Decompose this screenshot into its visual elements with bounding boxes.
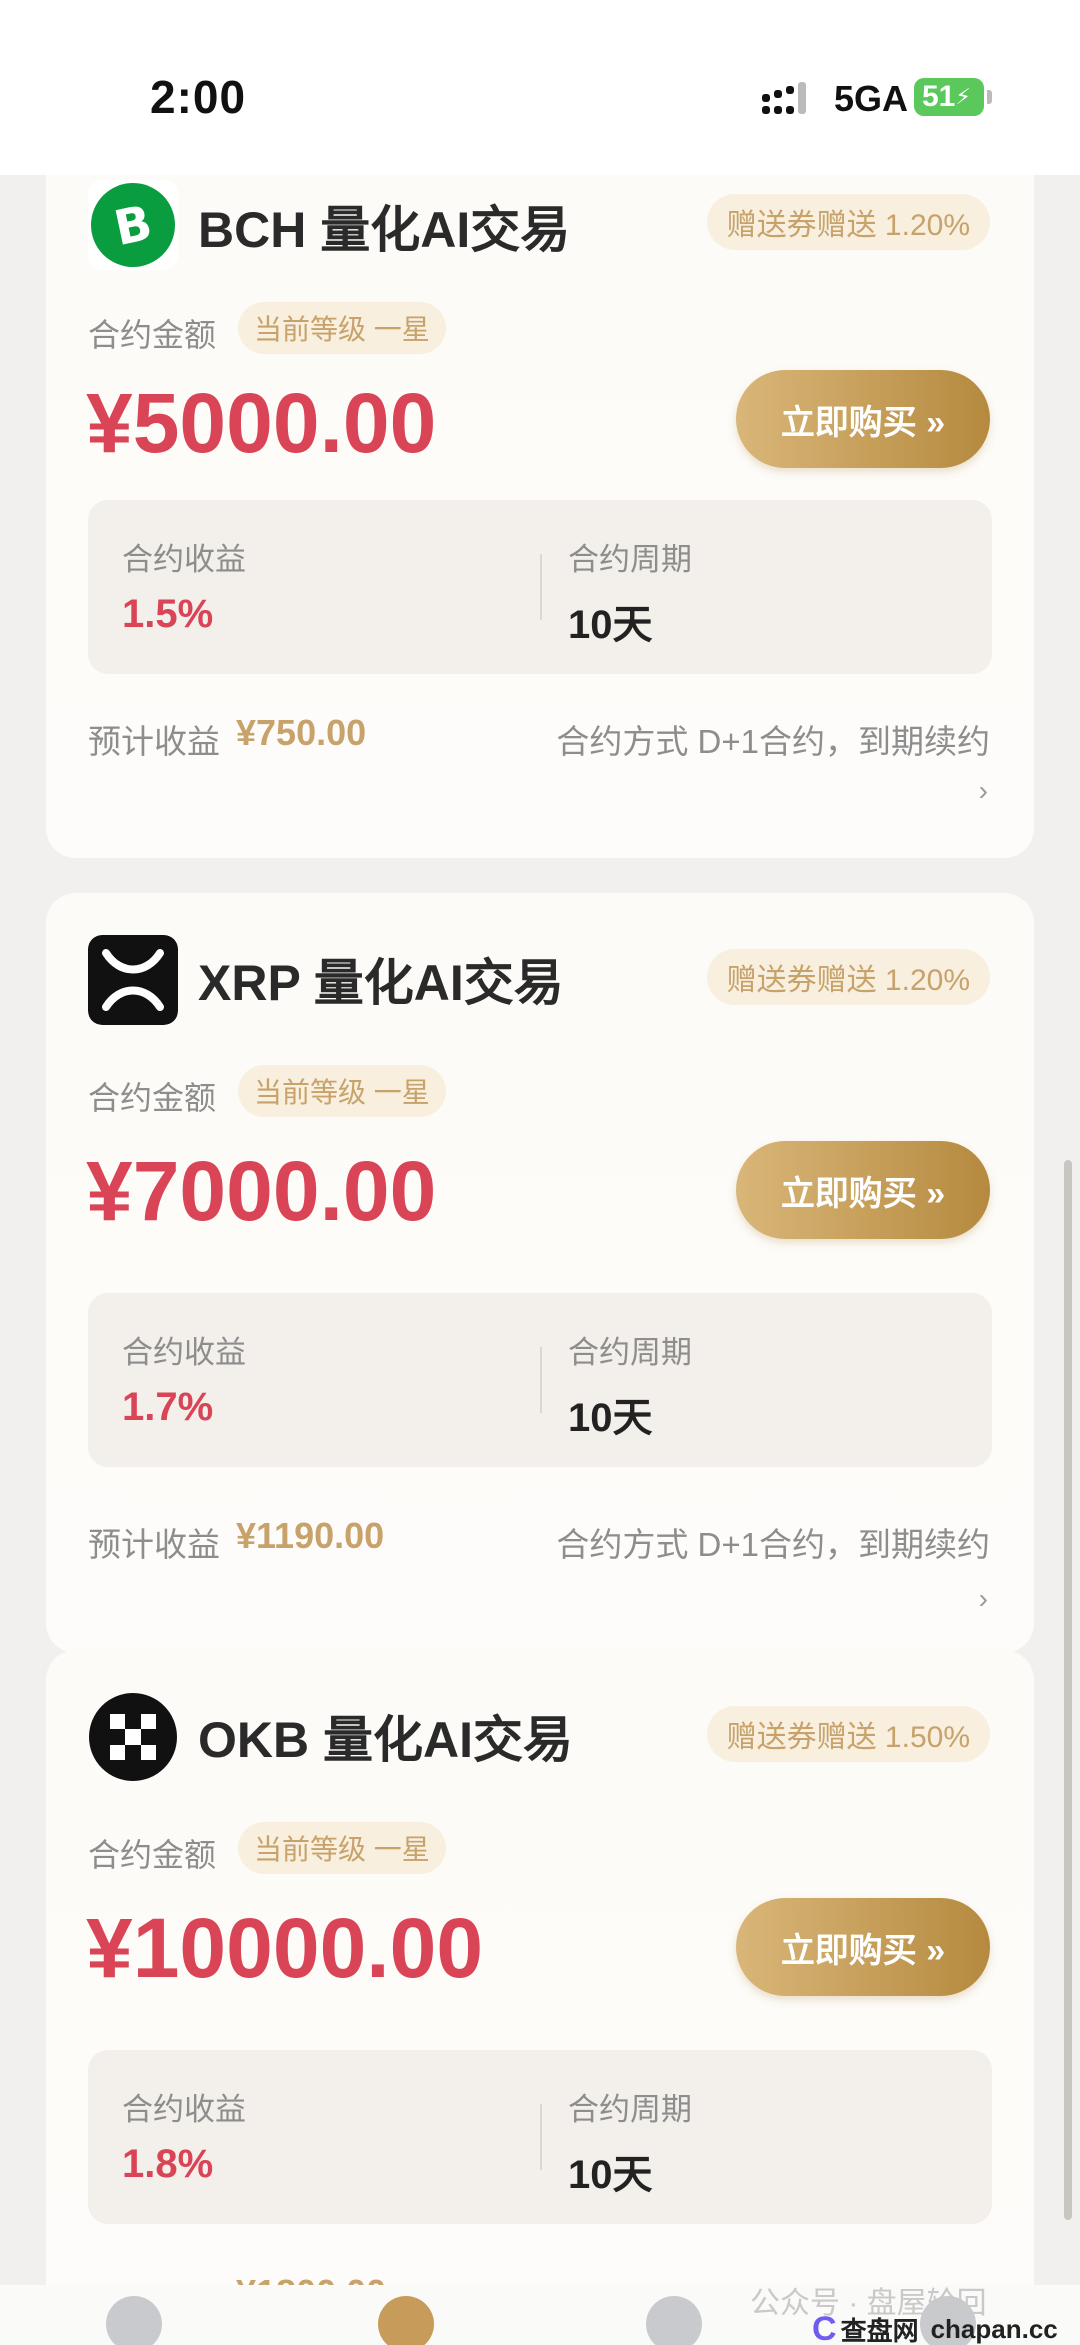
stats-box: 合约收益 1.5% 合约周期 10天 [88,500,992,674]
contract-price: ¥5000.00 [86,376,437,470]
buy-now-button[interactable]: 立即购买 » [736,1898,990,1996]
period-label: 合约周期 [568,1335,692,1370]
status-time: 2:00 [150,71,247,123]
contract-method: 合约方式 D+1合约，到期续约 [556,1526,990,1563]
yield-label: 合约收益 [122,542,246,577]
status-bar: 2:00 5GA 51 ⚡ [0,0,1080,175]
battery-level: 51 [922,80,956,113]
xrp-icon [88,935,178,1025]
chevron-right-icon[interactable]: › [979,775,988,807]
card-title: OKB 量化AI交易 [198,1712,573,1768]
yield-value: 1.7% [122,1385,214,1429]
site-logo: C 查盘网 chapan.cc [812,2310,1058,2345]
contract-price: ¥10000.00 [86,1901,484,1995]
site-logo-text2: chapan.cc [930,2314,1058,2344]
okb-icon [88,1692,178,1782]
site-logo-icon: C [812,2310,837,2345]
level-tag: 当前等级 一星 [238,1822,446,1874]
product-card: XRP 量化AI交易 赠送券赠送 1.20% 合约金额 当前等级 一星 ¥700… [46,893,1034,1653]
bonus-tag: 赠送券赠送 1.50% [706,1706,990,1762]
product-card: OKB 量化AI交易 赠送券赠送 1.50% 合约金额 当前等级 一星 ¥100… [46,1650,1034,2345]
card-title: BCH 量化AI交易 [198,202,571,258]
amount-label: 合约金额 [88,317,217,353]
bonus-tag: 赠送券赠送 1.20% [706,949,990,1005]
divider [540,2104,542,2170]
amount-label: 合约金额 [88,1837,217,1873]
stats-box: 合约收益 1.8% 合约周期 10天 [88,2050,992,2224]
period-value: 10天 [568,1396,653,1440]
network-type: 5GA [834,78,909,119]
chevron-right-icon[interactable]: › [979,1583,988,1615]
period-label: 合约周期 [568,542,692,577]
estimated-income-label: 预计收益 [88,723,220,760]
yield-value: 1.8% [122,2142,214,2186]
battery-icon: 51 ⚡ [914,78,992,116]
yield-label: 合约收益 [122,1335,246,1370]
level-tag: 当前等级 一星 [238,302,446,354]
divider [540,554,542,620]
contract-method: 合约方式 D+1合约，到期续约 [556,723,990,760]
nav-home-icon[interactable] [106,2296,162,2345]
period-label: 合约周期 [568,2092,692,2127]
period-value: 10天 [568,603,653,647]
estimated-income-value: ¥1190.00 [236,1515,385,1556]
contract-price: ¥7000.00 [86,1144,437,1238]
amount-label: 合约金额 [88,1080,217,1116]
nav-trade-icon[interactable] [378,2296,434,2345]
bonus-tag: 赠送券赠送 1.20% [706,194,990,250]
period-value: 10天 [568,2153,653,2197]
signal-icon [762,82,816,118]
nav-market-icon[interactable] [646,2296,702,2345]
divider [540,1347,542,1413]
scrollbar[interactable] [1064,1160,1072,2220]
site-logo-text1: 查盘网 [840,2316,919,2345]
estimated-income-value: ¥750.00 [236,712,367,753]
yield-value: 1.5% [122,592,214,636]
buy-now-button[interactable]: 立即购买 » [736,1141,990,1239]
buy-now-button[interactable]: 立即购买 » [736,370,990,468]
estimated-income-label: 预计收益 [88,1526,220,1563]
card-title: XRP 量化AI交易 [198,955,564,1011]
bitcoin-cash-icon: B [88,180,178,270]
product-card: B BCH 量化AI交易 赠送券赠送 1.20% 合约金额 当前等级 一星 ¥5… [46,130,1034,858]
level-tag: 当前等级 一星 [238,1065,446,1117]
stats-box: 合约收益 1.7% 合约周期 10天 [88,1293,992,1467]
yield-label: 合约收益 [122,2092,246,2127]
